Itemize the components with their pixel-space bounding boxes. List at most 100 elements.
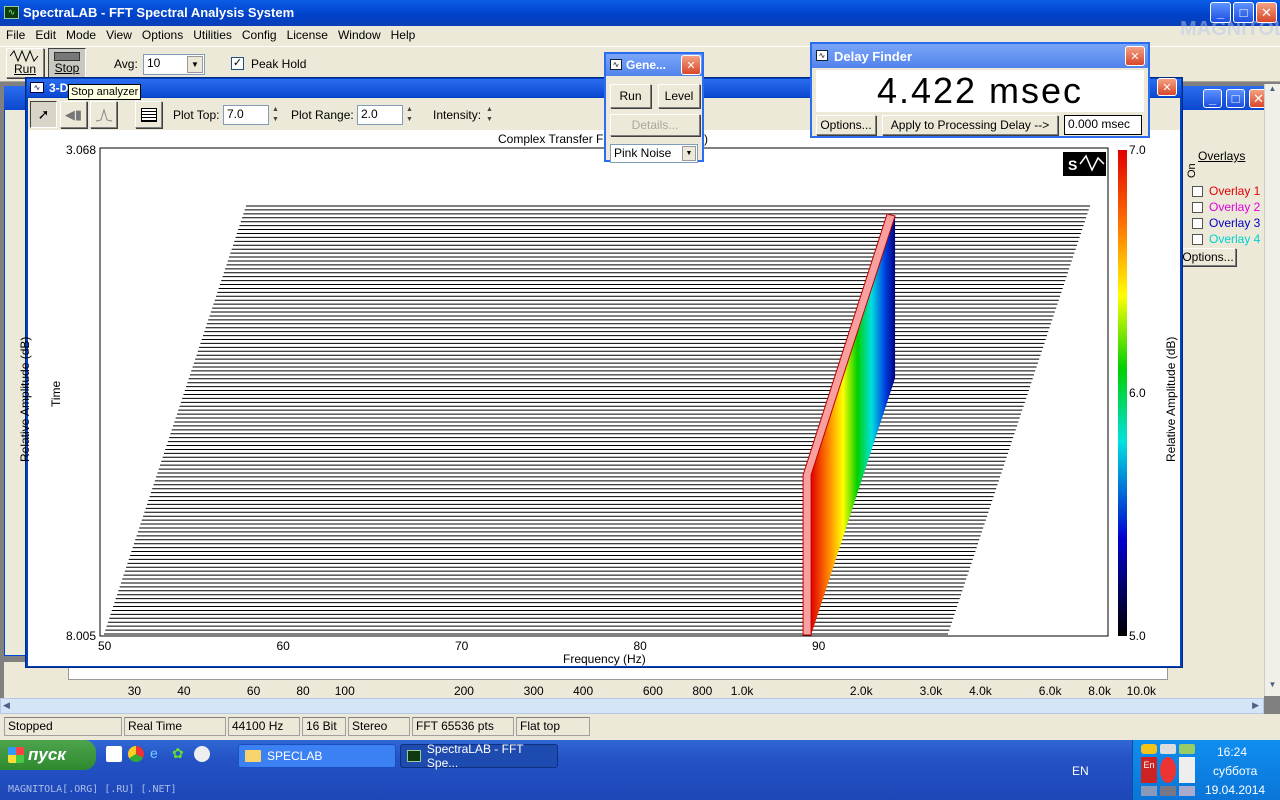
x-tick-label: 60 xyxy=(277,639,291,653)
start-button[interactable]: пуск xyxy=(0,740,96,770)
folder-icon xyxy=(245,750,261,762)
delay-options-button[interactable]: Options... xyxy=(816,115,876,135)
scroll-left-icon[interactable]: ◀ xyxy=(3,700,10,711)
chrome-icon[interactable] xyxy=(128,746,144,762)
plot-top-input[interactable]: 7.0 xyxy=(223,105,269,125)
x-tick-label: 80 xyxy=(634,639,648,653)
close-button[interactable]: ✕ xyxy=(1256,2,1277,23)
plot-range-label: Plot Range: xyxy=(291,108,354,122)
overlay-label: Overlay 3 xyxy=(1209,216,1261,230)
menu-item-config[interactable]: Config xyxy=(242,28,277,42)
menu-item-options[interactable]: Options xyxy=(142,28,183,42)
status-cell: Stopped xyxy=(4,717,122,736)
menu-item-edit[interactable]: Edit xyxy=(35,28,56,42)
outlook-icon[interactable] xyxy=(106,746,122,762)
generator-details-button[interactable]: Details... xyxy=(610,114,700,136)
ie-icon[interactable]: e xyxy=(150,746,166,762)
table-tool-button[interactable] xyxy=(135,101,162,128)
clock-time[interactable]: 16:24 xyxy=(1217,745,1247,759)
plot-top-stepper[interactable]: ▲ ▼ xyxy=(270,105,281,125)
overlay-row: Overlay 2 xyxy=(1192,200,1260,214)
x-tick-label: 90 xyxy=(812,639,826,653)
tray-app-icon[interactable] xyxy=(1179,757,1195,783)
language-indicator[interactable]: EN xyxy=(1072,764,1089,778)
frequency-tick-label: 600 xyxy=(642,684,663,698)
delay-finder-close-button[interactable]: ✕ xyxy=(1125,46,1145,66)
noise-type-select[interactable]: Pink Noise ▼ xyxy=(610,144,698,163)
frequency-tick-label: 100 xyxy=(334,684,355,698)
minimize-button[interactable]: _ xyxy=(1210,2,1231,23)
start-label: пуск xyxy=(28,745,66,764)
generator-level-button[interactable]: Level xyxy=(658,84,700,108)
tray-app2-icon[interactable] xyxy=(1141,786,1157,796)
task-spectralab[interactable]: SpectraLAB - FFT Spe... xyxy=(400,742,558,770)
generator-run-button[interactable]: Run xyxy=(610,84,651,108)
windows-logo-icon xyxy=(8,747,24,763)
menu-item-mode[interactable]: Mode xyxy=(66,28,96,42)
waveform-icon xyxy=(10,50,39,62)
generator-close-button[interactable]: ✕ xyxy=(681,55,701,75)
plot-close-button[interactable]: ✕ xyxy=(1157,78,1177,96)
overlay-checkbox[interactable] xyxy=(1192,201,1203,213)
menu-item-help[interactable]: Help xyxy=(391,28,416,42)
overlay-checkbox[interactable] xyxy=(1192,217,1203,229)
status-cell: Stereo xyxy=(348,717,410,736)
menu-item-utilities[interactable]: Utilities xyxy=(193,28,232,42)
run-button[interactable]: Run xyxy=(6,48,44,78)
bottom-axis-track[interactable] xyxy=(68,666,1168,680)
bg-maximize-button[interactable]: □ xyxy=(1226,89,1245,108)
task-spectralab-label: SpectraLAB - FFT Spe... xyxy=(426,742,524,770)
scroll-right-icon[interactable]: ▶ xyxy=(1252,700,1259,711)
task-speclab-folder[interactable]: SPECLAB xyxy=(238,744,396,768)
chevron-down-icon[interactable]: ▼ xyxy=(187,56,203,73)
menu-item-file[interactable]: File xyxy=(6,28,25,42)
tray-app4-icon[interactable] xyxy=(1179,786,1195,796)
x-tick-label: 50 xyxy=(98,639,112,653)
apply-delay-button[interactable]: Apply to Processing Delay --> xyxy=(882,115,1058,135)
plot-range-input[interactable]: 2.0 xyxy=(357,105,403,125)
generator-window: ∿ Gene... ✕ Run Level Details... Pink No… xyxy=(604,52,704,163)
flower-icon[interactable]: ✿ xyxy=(172,746,188,762)
delay-value-display: 4.422 msec xyxy=(816,70,1144,112)
processing-delay-field[interactable]: 0.000 msec xyxy=(1064,115,1142,135)
overlay-label: Overlay 4 xyxy=(1209,232,1261,246)
plot-range-stepper[interactable]: ▲ ▼ xyxy=(404,105,415,125)
opera-icon[interactable] xyxy=(1160,757,1176,783)
vertical-scrollbar[interactable]: ▲ ▼ xyxy=(1264,84,1280,696)
overlay-options-button[interactable]: Options... xyxy=(1180,248,1236,266)
frequency-tick-label: 10.0k xyxy=(1126,684,1156,698)
frequency-tick-label: 60 xyxy=(246,684,261,698)
peak-tool-button[interactable] xyxy=(90,101,117,128)
overlay-checkbox[interactable] xyxy=(1192,233,1203,245)
clock-day: суббота xyxy=(1213,764,1258,778)
pointer-tool-button[interactable]: ➚ xyxy=(30,101,57,128)
frequency-tick-label: 30 xyxy=(127,684,142,698)
scroll-up-icon[interactable]: ▲ xyxy=(1265,84,1280,100)
x-tick-label: 70 xyxy=(455,639,469,653)
horizontal-scrollbar[interactable]: ◀ ▶ xyxy=(0,698,1264,714)
z-axis-label: Time xyxy=(49,380,63,407)
volume-icon[interactable] xyxy=(1160,744,1176,754)
stop-button[interactable]: Stop xyxy=(48,48,86,78)
peak-hold-checkbox[interactable]: ✓ xyxy=(231,57,244,70)
speaker-tool-button[interactable]: ◀▮ xyxy=(60,101,87,128)
avg-select[interactable]: 10 ▼ xyxy=(143,54,205,75)
colorbar xyxy=(1118,150,1127,636)
menu-item-license[interactable]: License xyxy=(287,28,328,42)
network-icon[interactable] xyxy=(1179,744,1195,754)
menu-item-window[interactable]: Window xyxy=(338,28,381,42)
tray-app3-icon[interactable] xyxy=(1160,786,1176,796)
overlay-checkbox[interactable] xyxy=(1192,185,1203,197)
intensity-stepper[interactable]: ▲ ▼ xyxy=(484,105,495,125)
colorbar-tick-labels: 7.0 6.0 5.0 xyxy=(1129,143,1146,643)
keyboard-layout-icon[interactable]: En xyxy=(1141,757,1157,783)
menu-item-view[interactable]: View xyxy=(106,28,132,42)
spectrogram-chart[interactable]: S 50 60 70 80 90 3.068 8.005 7.0 6.0 5.0 xyxy=(28,130,1180,666)
menu-bar: File Edit Mode View Options Utilities Config Li… xyxy=(6,28,425,44)
chevron-down-icon[interactable]: ▼ xyxy=(682,146,696,161)
peak-icon xyxy=(95,107,112,121)
bg-minimize-button[interactable]: _ xyxy=(1203,89,1222,108)
media-icon[interactable] xyxy=(194,746,210,762)
maximize-button[interactable]: □ xyxy=(1233,2,1254,23)
shield-icon[interactable] xyxy=(1141,744,1157,754)
